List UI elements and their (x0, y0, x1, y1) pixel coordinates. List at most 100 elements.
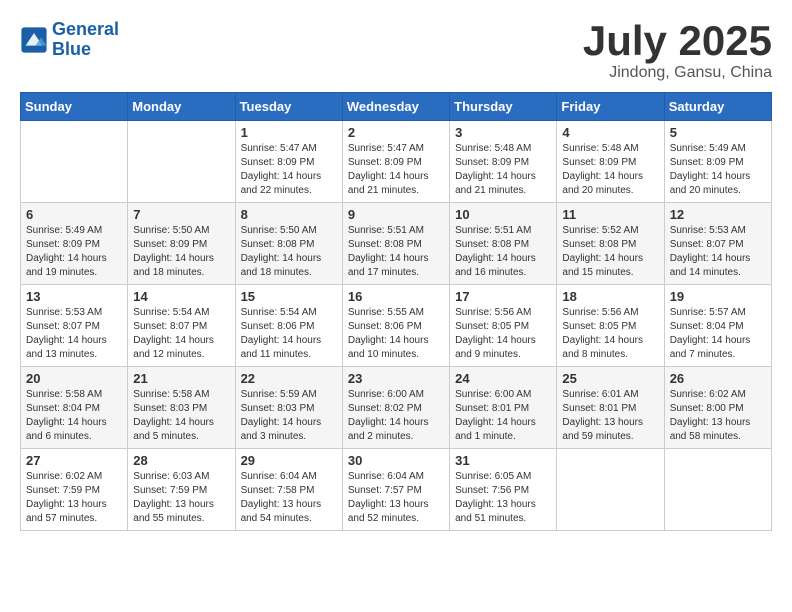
logo: General Blue (20, 20, 119, 60)
day-number: 27 (26, 453, 122, 468)
day-number: 1 (241, 125, 337, 140)
day-number: 5 (670, 125, 766, 140)
day-number: 15 (241, 289, 337, 304)
calendar-cell: 18 Sunrise: 5:56 AM Sunset: 8:05 PM Dayli… (557, 285, 664, 367)
logo-blue: Blue (52, 39, 91, 59)
calendar-cell: 14 Sunrise: 5:54 AM Sunset: 8:07 PM Dayli… (128, 285, 235, 367)
day-info: Sunrise: 6:04 AM Sunset: 7:57 PM Dayligh… (348, 470, 444, 526)
weekday-header-tuesday: Tuesday (235, 93, 342, 121)
calendar-cell (21, 121, 128, 203)
day-info: Sunrise: 5:48 AM Sunset: 8:09 PM Dayligh… (562, 142, 658, 198)
day-info: Sunrise: 6:02 AM Sunset: 7:59 PM Dayligh… (26, 470, 122, 526)
weekday-header-thursday: Thursday (450, 93, 557, 121)
calendar-cell: 16 Sunrise: 5:55 AM Sunset: 8:06 PM Dayli… (342, 285, 449, 367)
day-number: 28 (133, 453, 229, 468)
calendar-cell: 1 Sunrise: 5:47 AM Sunset: 8:09 PM Daylig… (235, 121, 342, 203)
day-info: Sunrise: 5:52 AM Sunset: 8:08 PM Dayligh… (562, 224, 658, 280)
calendar-cell (128, 121, 235, 203)
day-info: Sunrise: 5:47 AM Sunset: 8:09 PM Dayligh… (348, 142, 444, 198)
calendar-cell (557, 449, 664, 531)
calendar-cell: 23Sunrise: 6:00 AM Sunset: 8:02 PM Dayli… (342, 367, 449, 449)
day-info: Sunrise: 5:54 AM Sunset: 8:07 PM Dayligh… (133, 306, 229, 362)
calendar-cell: 7 Sunrise: 5:50 AM Sunset: 8:09 PM Daylig… (128, 203, 235, 285)
calendar-cell: 11Sunrise: 5:52 AM Sunset: 8:08 PM Dayli… (557, 203, 664, 285)
calendar-cell: 12Sunrise: 5:53 AM Sunset: 8:07 PM Dayli… (664, 203, 771, 285)
day-info: Sunrise: 5:59 AM Sunset: 8:03 PM Dayligh… (241, 388, 337, 444)
day-info: Sunrise: 6:03 AM Sunset: 7:59 PM Dayligh… (133, 470, 229, 526)
calendar-cell: 21Sunrise: 5:58 AM Sunset: 8:03 PM Dayli… (128, 367, 235, 449)
calendar-week-row: 6 Sunrise: 5:49 AM Sunset: 8:09 PM Daylig… (21, 203, 772, 285)
calendar-cell: 20 Sunrise: 5:58 AM Sunset: 8:04 PM Dayli… (21, 367, 128, 449)
day-number: 10 (455, 207, 551, 222)
weekday-header-friday: Friday (557, 93, 664, 121)
day-info: Sunrise: 6:00 AM Sunset: 8:01 PM Dayligh… (455, 388, 551, 444)
day-info: Sunrise: 5:56 AM Sunset: 8:05 PM Dayligh… (455, 306, 551, 362)
day-number: 25 (562, 371, 658, 386)
weekday-header-monday: Monday (128, 93, 235, 121)
weekday-header-saturday: Saturday (664, 93, 771, 121)
calendar-cell: 4 Sunrise: 5:48 AM Sunset: 8:09 PM Daylig… (557, 121, 664, 203)
day-number: 30 (348, 453, 444, 468)
calendar-cell: 13Sunrise: 5:53 AM Sunset: 8:07 PM Dayli… (21, 285, 128, 367)
calendar-cell: 10 Sunrise: 5:51 AM Sunset: 8:08 PM Dayli… (450, 203, 557, 285)
calendar-cell: 26 Sunrise: 6:02 AM Sunset: 8:00 PM Dayli… (664, 367, 771, 449)
calendar-cell: 2 Sunrise: 5:47 AM Sunset: 8:09 PM Daylig… (342, 121, 449, 203)
calendar-cell (664, 449, 771, 531)
day-info: Sunrise: 5:58 AM Sunset: 8:04 PM Dayligh… (26, 388, 122, 444)
day-number: 26 (670, 371, 766, 386)
day-info: Sunrise: 5:56 AM Sunset: 8:05 PM Dayligh… (562, 306, 658, 362)
calendar-cell: 6 Sunrise: 5:49 AM Sunset: 8:09 PM Daylig… (21, 203, 128, 285)
day-info: Sunrise: 5:53 AM Sunset: 8:07 PM Dayligh… (26, 306, 122, 362)
day-info: Sunrise: 5:51 AM Sunset: 8:08 PM Dayligh… (455, 224, 551, 280)
calendar-week-row: 13Sunrise: 5:53 AM Sunset: 8:07 PM Dayli… (21, 285, 772, 367)
day-number: 24 (455, 371, 551, 386)
weekday-header-wednesday: Wednesday (342, 93, 449, 121)
calendar-cell: 9 Sunrise: 5:51 AM Sunset: 8:08 PM Daylig… (342, 203, 449, 285)
day-number: 16 (348, 289, 444, 304)
calendar-cell: 25 Sunrise: 6:01 AM Sunset: 8:01 PM Dayli… (557, 367, 664, 449)
logo-general: General (52, 19, 119, 39)
calendar-week-row: 20 Sunrise: 5:58 AM Sunset: 8:04 PM Dayli… (21, 367, 772, 449)
day-number: 31 (455, 453, 551, 468)
day-info: Sunrise: 6:01 AM Sunset: 8:01 PM Dayligh… (562, 388, 658, 444)
day-number: 3 (455, 125, 551, 140)
day-number: 2 (348, 125, 444, 140)
day-number: 8 (241, 207, 337, 222)
day-number: 4 (562, 125, 658, 140)
day-info: Sunrise: 5:53 AM Sunset: 8:07 PM Dayligh… (670, 224, 766, 280)
calendar-cell: 27 Sunrise: 6:02 AM Sunset: 7:59 PM Dayli… (21, 449, 128, 531)
day-number: 20 (26, 371, 122, 386)
calendar-cell: 28 Sunrise: 6:03 AM Sunset: 7:59 PM Dayli… (128, 449, 235, 531)
calendar-cell: 8 Sunrise: 5:50 AM Sunset: 8:08 PM Daylig… (235, 203, 342, 285)
day-number: 7 (133, 207, 229, 222)
day-info: Sunrise: 5:51 AM Sunset: 8:08 PM Dayligh… (348, 224, 444, 280)
day-number: 14 (133, 289, 229, 304)
day-info: Sunrise: 6:02 AM Sunset: 8:00 PM Dayligh… (670, 388, 766, 444)
day-number: 18 (562, 289, 658, 304)
calendar-table: SundayMondayTuesdayWednesdayThursdayFrid… (20, 92, 772, 531)
day-info: Sunrise: 5:49 AM Sunset: 8:09 PM Dayligh… (670, 142, 766, 198)
day-number: 29 (241, 453, 337, 468)
calendar-cell: 30 Sunrise: 6:04 AM Sunset: 7:57 PM Dayli… (342, 449, 449, 531)
day-number: 22 (241, 371, 337, 386)
day-info: Sunrise: 5:54 AM Sunset: 8:06 PM Dayligh… (241, 306, 337, 362)
location: Jindong, Gansu, China (583, 64, 772, 82)
day-info: Sunrise: 6:05 AM Sunset: 7:56 PM Dayligh… (455, 470, 551, 526)
calendar-week-row: 27 Sunrise: 6:02 AM Sunset: 7:59 PM Dayli… (21, 449, 772, 531)
day-info: Sunrise: 5:50 AM Sunset: 8:09 PM Dayligh… (133, 224, 229, 280)
calendar-cell: 29 Sunrise: 6:04 AM Sunset: 7:58 PM Dayli… (235, 449, 342, 531)
day-number: 6 (26, 207, 122, 222)
day-info: Sunrise: 6:04 AM Sunset: 7:58 PM Dayligh… (241, 470, 337, 526)
day-info: Sunrise: 5:50 AM Sunset: 8:08 PM Dayligh… (241, 224, 337, 280)
logo-icon (20, 26, 48, 54)
day-number: 19 (670, 289, 766, 304)
day-info: Sunrise: 5:47 AM Sunset: 8:09 PM Dayligh… (241, 142, 337, 198)
day-info: Sunrise: 5:55 AM Sunset: 8:06 PM Dayligh… (348, 306, 444, 362)
title-block: July 2025 Jindong, Gansu, China (583, 20, 772, 82)
logo-text: General Blue (52, 20, 119, 60)
day-info: Sunrise: 5:48 AM Sunset: 8:09 PM Dayligh… (455, 142, 551, 198)
day-info: Sunrise: 5:49 AM Sunset: 8:09 PM Dayligh… (26, 224, 122, 280)
weekday-header-row: SundayMondayTuesdayWednesdayThursdayFrid… (21, 93, 772, 121)
day-info: Sunrise: 5:57 AM Sunset: 8:04 PM Dayligh… (670, 306, 766, 362)
day-number: 9 (348, 207, 444, 222)
